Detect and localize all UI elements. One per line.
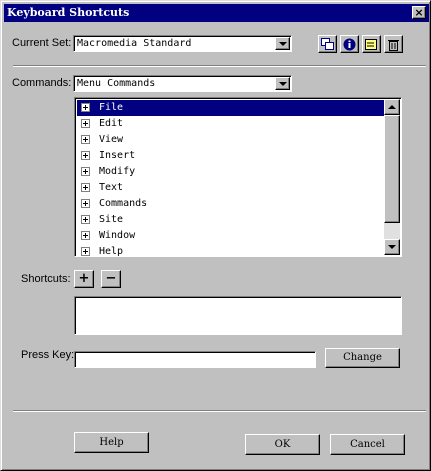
cancel-button[interactable]: Cancel [330, 434, 405, 455]
press-key-label: Press Key: [21, 349, 75, 361]
list-item[interactable]: Window [77, 228, 387, 244]
help-button[interactable]: Help [74, 432, 149, 453]
change-button[interactable]: Change [325, 348, 400, 368]
minus-icon: − [105, 271, 117, 286]
expand-icon[interactable] [81, 247, 90, 256]
current-set-label: Current Set: [12, 37, 72, 49]
expand-icon[interactable] [81, 167, 90, 176]
plus-icon: + [78, 271, 90, 286]
chevron-down-icon[interactable] [275, 37, 290, 50]
list-item[interactable]: Help [77, 244, 387, 257]
list-item-label: File [99, 102, 124, 113]
scroll-up-icon[interactable] [384, 99, 400, 115]
expand-icon[interactable] [81, 151, 90, 160]
vertical-scrollbar[interactable] [384, 99, 400, 255]
expand-icon[interactable] [81, 135, 90, 144]
keyboard-shortcuts-dialog: Keyboard Shortcuts × Current Set: Macrom… [0, 0, 431, 471]
duplicate-set-icon [321, 38, 334, 50]
ok-button[interactable]: OK [245, 434, 320, 455]
list-item[interactable]: File [77, 100, 387, 116]
list-item[interactable]: Site [77, 212, 387, 228]
list-item[interactable]: Text [77, 180, 387, 196]
close-button[interactable]: × [412, 6, 426, 19]
expand-icon[interactable] [81, 183, 90, 192]
window-title: Keyboard Shortcuts [7, 6, 130, 19]
list-item-label: View [99, 134, 124, 145]
shortcuts-list[interactable] [74, 296, 402, 335]
info-icon [343, 38, 356, 51]
press-key-input[interactable] [74, 351, 316, 368]
info-button[interactable] [340, 35, 359, 53]
list-item-label: Site [99, 214, 124, 225]
current-set-value: Macromedia Standard [77, 38, 192, 49]
list-item-label: Insert [99, 150, 136, 161]
list-item-label: Commands [99, 198, 148, 209]
shortcuts-label: Shortcuts: [21, 273, 71, 285]
list-item-label: Text [99, 182, 124, 193]
commands-dropdown[interactable]: Menu Commands [73, 75, 292, 92]
expand-icon[interactable] [81, 215, 90, 224]
scroll-thumb[interactable] [384, 115, 400, 223]
list-item[interactable]: Commands [77, 196, 387, 212]
list-item-label: Modify [99, 166, 136, 177]
scroll-down-icon[interactable] [384, 239, 400, 255]
list-item[interactable]: Insert [77, 148, 387, 164]
add-shortcut-button[interactable]: + [74, 270, 94, 288]
commands-value: Menu Commands [77, 78, 156, 89]
separator-bottom [13, 410, 426, 412]
delete-set-icon [388, 40, 399, 51]
list-item[interactable]: View [77, 132, 387, 148]
expand-icon[interactable] [81, 119, 90, 128]
duplicate-set-button[interactable] [318, 35, 337, 53]
remove-shortcut-button[interactable]: − [101, 270, 121, 288]
list-item-label: Help [99, 246, 124, 257]
expand-icon[interactable] [81, 199, 90, 208]
chevron-down-icon[interactable] [275, 77, 290, 90]
separator-top [13, 65, 426, 67]
list-item-label: Window [99, 230, 136, 241]
current-set-dropdown[interactable]: Macromedia Standard [73, 35, 292, 52]
title-bar[interactable]: Keyboard Shortcuts × [4, 4, 429, 22]
expand-icon[interactable] [81, 103, 90, 112]
delete-set-button[interactable] [384, 35, 403, 53]
commands-label: Commands: [12, 77, 72, 89]
command-list[interactable]: File Edit View Insert Modify Text Comman… [74, 97, 402, 257]
rename-set-button[interactable] [362, 35, 381, 53]
list-item-label: Edit [99, 118, 124, 129]
list-item[interactable]: Edit [77, 116, 387, 132]
close-icon: × [414, 6, 424, 19]
rename-set-icon [365, 39, 377, 50]
list-item[interactable]: Modify [77, 164, 387, 180]
expand-icon[interactable] [81, 231, 90, 240]
